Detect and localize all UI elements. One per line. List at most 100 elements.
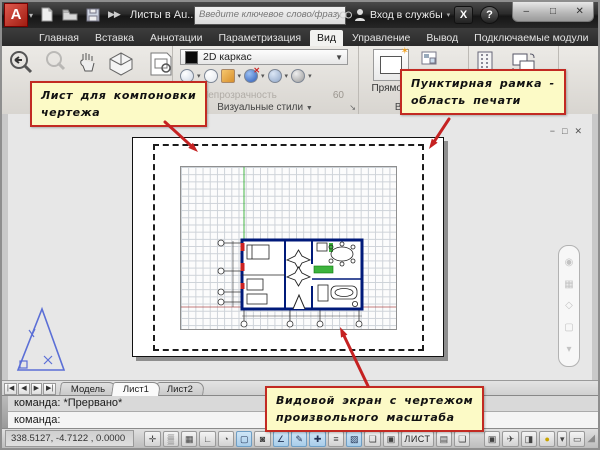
drawing-canvas[interactable]: − □ ✕ [2, 114, 598, 380]
polar-toggle[interactable]: ◔ [218, 431, 234, 447]
quick-view-layouts-button[interactable]: ❏ [454, 431, 470, 447]
tab-vstavka[interactable]: Вставка [88, 30, 141, 46]
ribbon-tab-bar: Главная Вставка Аннотации Параметризация… [2, 28, 598, 46]
chevron-down-icon: ▾ [29, 11, 33, 20]
tab-vid[interactable]: Вид [310, 30, 343, 46]
autocad-logo-icon: A [4, 3, 28, 27]
steering-wheel-button[interactable]: ✈ [502, 431, 518, 447]
visual-style-thumb-icon [185, 51, 198, 64]
lineweight-toggle[interactable]: ≡ [328, 431, 344, 447]
clean-screen-button[interactable]: ▭ [569, 431, 585, 447]
quick-view-drawings-button[interactable]: ▤ [436, 431, 452, 447]
doc-restore-icon[interactable]: □ [562, 126, 567, 137]
tab-layout1[interactable]: Лист1 [111, 382, 161, 396]
views-cube-icon[interactable] [106, 50, 136, 83]
document-title: Листы в Au... [130, 9, 196, 21]
orbit-tool-icon[interactable]: ▢ [564, 322, 573, 333]
badge-x-icon: ✕ [253, 66, 260, 75]
tab-parametrizaciya[interactable]: Параметризация [212, 30, 309, 46]
dyn-toggle[interactable]: ✚ [309, 431, 325, 447]
qat-overflow-icon[interactable]: ▶▶ [108, 9, 120, 20]
help-button[interactable]: ? [480, 6, 499, 24]
tab-layout2[interactable]: Лист2 [155, 382, 205, 396]
snap-toggle[interactable]: ✛ [144, 431, 160, 447]
selection-cycling-toggle[interactable]: ▣ [383, 431, 399, 447]
quick-properties-toggle[interactable]: ❏ [364, 431, 380, 447]
shade-box-icon[interactable] [221, 69, 235, 83]
next-tab-button[interactable]: ▶ [31, 383, 42, 395]
floor-plan-drawing [181, 167, 396, 329]
maximize-button[interactable]: □ [542, 6, 564, 17]
osnap3d-toggle[interactable]: ◙ [254, 431, 270, 447]
shaded-style-icon[interactable] [268, 69, 282, 83]
tab-annotacii[interactable]: Аннотации [143, 30, 210, 46]
layout-paper-sheet [132, 137, 444, 357]
grid-toggle[interactable]: ▦ [181, 431, 197, 447]
tab-glavnaya[interactable]: Главная [32, 30, 86, 46]
conceptual-style-icon[interactable]: ✕ [244, 69, 258, 83]
tab-upravlenie[interactable]: Управление [345, 30, 417, 46]
navbar-more-icon[interactable]: ▾ [566, 344, 571, 355]
ortho-toggle[interactable]: ∟ [199, 431, 215, 447]
zoom-next-icon[interactable] [44, 50, 68, 79]
ducs-toggle[interactable]: ✎ [291, 431, 307, 447]
zoom-tool-icon[interactable]: ◇ [565, 300, 573, 311]
user-icon [354, 8, 366, 21]
layout-space-button[interactable]: ЛИСТ [401, 431, 434, 447]
grid-dots-toggle[interactable]: ▒ [163, 431, 179, 447]
visual-style-dropdown[interactable]: 2D каркас ▼ [180, 49, 348, 65]
quick-access-toolbar: ▶▶ [40, 7, 120, 22]
visual-style-name: 2D каркас [203, 51, 252, 63]
zoom-previous-icon[interactable] [8, 50, 34, 81]
search-exchange-icon[interactable] [339, 6, 352, 22]
callout-viewport: Видовой экран с чертежом произвольного м… [265, 386, 484, 432]
resize-grip-icon[interactable]: ◢ [587, 433, 595, 444]
sign-in-control[interactable]: Вход в службы ▾ [354, 8, 450, 21]
coordinates-display: 338.5127, -4.7122 , 0.0000 [5, 430, 134, 447]
doc-close-icon[interactable]: ✕ [574, 126, 582, 137]
autocad-window: A ▾ ▶▶ Листы в Au... Введите ключевое сл… [0, 0, 600, 450]
open-file-button[interactable] [62, 8, 78, 22]
callout-layout-sheet: Лист для компоновки чертежа [30, 81, 207, 127]
callout-print-area: Пунктирная рамка - область печати [400, 69, 566, 115]
chevron-down-icon: ▾ [447, 11, 451, 19]
pan-icon[interactable] [78, 50, 96, 79]
otrack-toggle[interactable]: ∠ [273, 431, 289, 447]
realistic-style-icon[interactable] [291, 69, 305, 83]
viewport-lock-button[interactable]: ▣ [484, 431, 500, 447]
osnap-toggle[interactable]: ▢ [236, 431, 252, 447]
last-tab-button[interactable]: ▶| [43, 383, 56, 395]
app-menu-button[interactable]: A ▾ [4, 3, 34, 27]
tab-model[interactable]: Модель [59, 382, 117, 396]
exchange-apps-button[interactable]: X [454, 6, 473, 24]
close-button[interactable]: ✕ [569, 6, 591, 17]
title-bar: A ▾ ▶▶ Листы в Au... Введите ключевое сл… [2, 2, 598, 28]
status-dropdown-icon[interactable]: ▾ [557, 431, 567, 447]
steering-wheel-icon[interactable]: ◉ [565, 257, 574, 268]
search-input[interactable]: Введите ключевое слово/фразу [194, 6, 346, 25]
tab-moduli[interactable]: Подключаемые модули [467, 30, 595, 46]
layout-tab-nav: |◀ ◀ ▶ ▶| [4, 383, 56, 395]
annotation-scale-button[interactable]: ◨ [521, 431, 537, 447]
ucs-icon [12, 306, 68, 381]
chevron-down-icon: ▼ [335, 53, 343, 62]
sign-in-label: Вход в службы [370, 9, 443, 21]
drawing-window-controls: − □ ✕ [550, 126, 582, 137]
chevron-down-icon: ▼ [306, 105, 313, 112]
opacity-value: 60 [333, 90, 348, 101]
rect-viewport-icon [380, 56, 402, 74]
first-tab-button[interactable]: |◀ [4, 383, 17, 395]
minimize-button[interactable]: – [515, 6, 537, 17]
dialog-launcher-icon[interactable]: ↘ [349, 103, 356, 112]
new-star-icon: ✶ [401, 46, 409, 57]
doc-minimize-icon[interactable]: − [550, 126, 555, 137]
save-button[interactable] [86, 8, 100, 22]
prev-tab-button[interactable]: ◀ [18, 383, 29, 395]
navigation-bar[interactable]: ◉ ▦ ◇ ▢ ▾ [558, 245, 580, 367]
new-file-button[interactable] [40, 7, 54, 22]
annotation-visibility-button[interactable]: ● [539, 431, 555, 447]
tab-vyvod[interactable]: Вывод [419, 30, 465, 46]
transparency-toggle[interactable]: ▨ [346, 431, 362, 447]
pan-tool-icon[interactable]: ▦ [564, 279, 573, 290]
viewport-grid[interactable] [180, 166, 397, 330]
